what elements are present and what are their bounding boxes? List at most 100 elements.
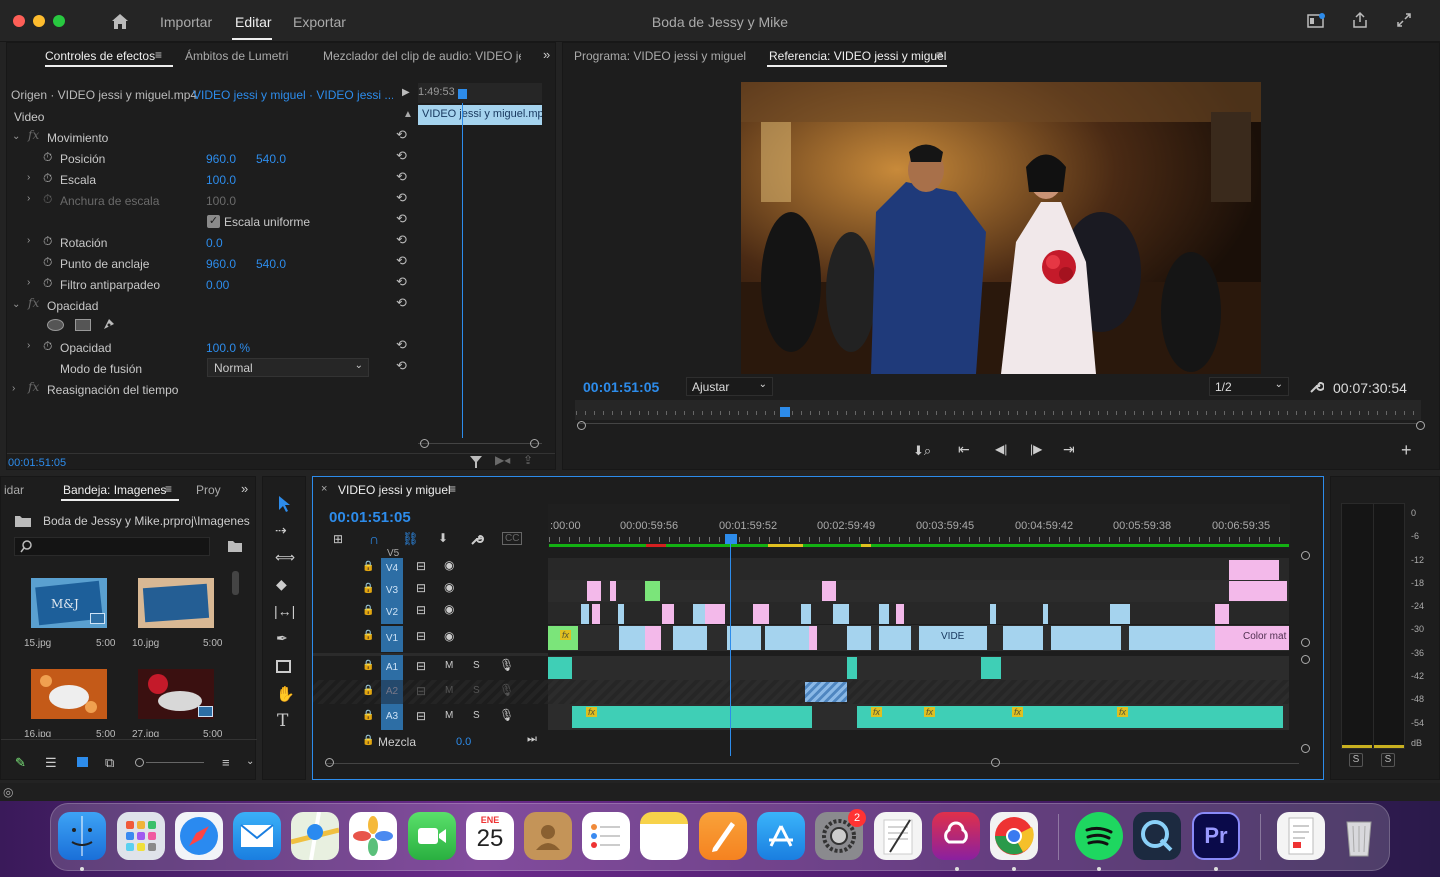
share-icon[interactable] [1351, 11, 1369, 29]
resolution-select[interactable]: 1/2 ⌄ [1209, 377, 1289, 396]
clip[interactable] [662, 604, 674, 624]
clip[interactable] [765, 626, 809, 650]
expand-icon[interactable]: ⌄ [12, 299, 20, 310]
lock-icon[interactable]: 🔒 [362, 660, 374, 671]
reset-icon[interactable]: ⟲ [396, 358, 407, 374]
tab-audio-clip-mixer[interactable]: Mezclador del clip de audio: VIDEO jessi [323, 49, 521, 63]
clip[interactable] [847, 626, 871, 650]
solo-button[interactable]: S [473, 710, 480, 721]
track-target-v4[interactable]: V4 [381, 558, 403, 580]
tab-reference[interactable]: Referencia: VIDEO jessi y miguel [769, 49, 946, 63]
photos-icon[interactable] [349, 812, 397, 860]
clip[interactable] [1043, 604, 1048, 624]
clip[interactable] [1229, 581, 1287, 601]
more-tabs-icon[interactable]: » [543, 47, 550, 62]
reminders-icon[interactable] [582, 812, 630, 860]
track-target-v3[interactable]: V3 [381, 580, 403, 602]
eye-icon[interactable]: ◉ [444, 602, 454, 616]
clip[interactable] [801, 604, 811, 624]
audio-clip-fx[interactable]: fx fx fx fx [857, 706, 1283, 728]
mini-clip[interactable]: VIDEO jessi y miguel.mp [418, 105, 542, 125]
clip[interactable] [610, 581, 616, 601]
scroll-handle[interactable] [1301, 655, 1310, 664]
zoom-handle[interactable] [325, 758, 334, 767]
background-tasks-icon[interactable]: ◎ [3, 785, 13, 799]
more-tabs-icon[interactable]: » [241, 481, 248, 496]
expand-icon[interactable]: › [12, 383, 15, 394]
reset-icon[interactable]: ⟲ [396, 148, 407, 164]
pen-mask-icon[interactable] [101, 316, 117, 332]
source-clip-label[interactable]: Origen · VIDEO jessi y miguel.mp4 [11, 88, 197, 102]
track-a1[interactable] [548, 656, 1289, 680]
spotify-icon[interactable] [1075, 812, 1123, 860]
posicion-x-value[interactable]: 960.0 [206, 152, 236, 166]
filter-icon[interactable] [469, 455, 483, 469]
clip[interactable] [581, 604, 589, 624]
go-to-out-icon[interactable]: ⇥ [1063, 441, 1075, 458]
blend-mode-select[interactable]: Normal ⌄ [207, 358, 369, 377]
tab-effect-controls[interactable]: Controles de efectos [45, 49, 155, 63]
clip[interactable] [1051, 626, 1121, 650]
clip[interactable] [879, 626, 911, 650]
fullscreen-icon[interactable] [1395, 11, 1413, 29]
reset-icon[interactable]: ⟲ [396, 337, 407, 353]
clip[interactable] [1229, 560, 1279, 580]
captions-icon[interactable]: CC [502, 532, 523, 545]
mix-value[interactable]: 0.0 [456, 736, 471, 748]
wrench-icon[interactable] [1308, 379, 1324, 395]
ellipse-mask-icon[interactable] [47, 319, 64, 331]
solo-right-button[interactable]: S [1381, 753, 1395, 767]
uniform-scale-checkbox[interactable]: ✓ [207, 215, 220, 228]
expand-icon[interactable]: › [27, 277, 30, 288]
clip[interactable] [619, 626, 645, 650]
eye-icon[interactable]: ◉ [444, 558, 454, 572]
sync-lock-icon[interactable]: ⊟ [416, 709, 426, 723]
clip[interactable] [833, 604, 849, 624]
go-to-end-icon[interactable]: ⏭ [527, 733, 537, 746]
menu-editar[interactable]: Editar [235, 14, 272, 30]
stopwatch-icon[interactable]: ⏱ [43, 150, 52, 165]
hand-tool-icon[interactable]: ✋ [276, 685, 295, 703]
finder-icon[interactable] [58, 812, 106, 860]
mute-button[interactable]: M [445, 710, 453, 721]
zoom-handle[interactable] [577, 421, 586, 430]
stopwatch-icon[interactable]: ⏱ [43, 276, 52, 291]
snap-icon[interactable]: ∩ [369, 531, 379, 547]
thumbnail-10[interactable] [138, 578, 214, 628]
tab-program[interactable]: Programa: VIDEO jessi y miguel [574, 49, 746, 63]
clip-fx[interactable]: fx [548, 626, 578, 650]
mini-scrollbar[interactable] [418, 443, 542, 444]
zoom-handle[interactable] [530, 439, 539, 448]
collapse-section-icon[interactable]: ▲ [403, 109, 413, 120]
effects-timecode[interactable]: 00:01:51:05 [8, 457, 66, 469]
ripple-edit-tool-icon[interactable]: ⟺ [275, 549, 295, 566]
thumbnail-16[interactable] [31, 669, 107, 719]
monitor-playhead[interactable] [780, 407, 790, 417]
tab-lumetri-scopes[interactable]: Ámbitos de Lumetri [185, 49, 288, 63]
microphone-icon[interactable]: 🎙 [499, 658, 514, 672]
clip-color-mat[interactable]: Color mat [1215, 626, 1289, 650]
clip[interactable] [990, 604, 996, 624]
quicktime-icon[interactable] [1133, 812, 1181, 860]
step-forward-icon[interactable]: |▶ [1030, 442, 1042, 456]
fit-select[interactable]: Ajustar ⌄ [686, 377, 773, 396]
maps-icon[interactable] [290, 811, 340, 861]
clip[interactable] [896, 604, 904, 624]
tab-proyecto[interactable]: Proy [196, 483, 221, 497]
app-store-icon[interactable] [757, 812, 805, 860]
chevron-down-icon[interactable]: ⌄ [246, 756, 254, 767]
reset-icon[interactable]: ⟲ [396, 169, 407, 185]
audio-clip[interactable] [847, 657, 857, 679]
bin-scrollbar[interactable] [232, 571, 239, 595]
clip[interactable] [1129, 626, 1215, 650]
export-frame-icon[interactable]: ⇪ [523, 453, 533, 467]
sequence-tab[interactable]: VIDEO jessi y miguel [338, 483, 451, 497]
trash-icon[interactable] [1335, 812, 1383, 860]
eye-icon[interactable]: ◉ [444, 629, 454, 643]
microphone-icon[interactable]: 🎙 [499, 708, 514, 722]
lock-icon[interactable]: 🔒 [362, 605, 374, 616]
home-icon[interactable] [110, 12, 130, 30]
reset-icon[interactable]: ⟲ [396, 253, 407, 269]
audio-clip-fx[interactable]: fx [572, 706, 812, 728]
go-to-in-icon[interactable]: ⇤ [958, 441, 970, 458]
